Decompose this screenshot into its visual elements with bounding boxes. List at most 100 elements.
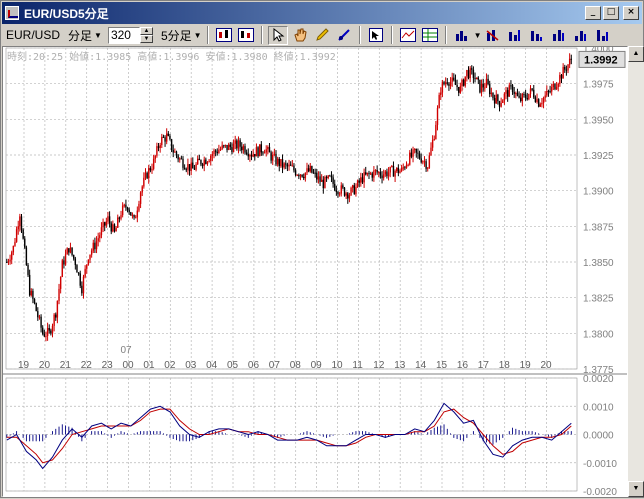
maximize-button[interactable]: □: [603, 6, 619, 20]
candle-body: [417, 152, 419, 154]
count-input[interactable]: 320: [107, 26, 140, 44]
minimize-button[interactable]: _: [585, 6, 601, 20]
indicator-2-icon[interactable]: [505, 26, 525, 45]
candle-body: [387, 172, 390, 177]
candle-body: [61, 260, 63, 277]
candle-body: [433, 138, 435, 140]
table-icon[interactable]: [398, 26, 418, 45]
candle-body: [35, 303, 37, 312]
oscillator-tick-label: 0.0010: [583, 402, 614, 413]
candle-body: [56, 300, 59, 318]
pencil-icon[interactable]: [312, 26, 332, 45]
candle-body: [551, 87, 553, 92]
indicator-6-icon[interactable]: [593, 26, 613, 45]
candle-body: [92, 242, 94, 251]
candle-body: [565, 69, 568, 71]
candle-body: [396, 167, 398, 172]
dropdown-arrow-icon[interactable]: ▼: [474, 31, 482, 40]
candle-body: [227, 144, 230, 150]
chart-area[interactable]: 時刻:20:25 始値:1.3985 高値:1.3996 安値:1.3980 終…: [2, 44, 628, 498]
bar-chart-icon[interactable]: [452, 26, 472, 45]
candle-body: [165, 133, 168, 142]
time-tick-label: 08: [290, 360, 302, 371]
line-tool-icon[interactable]: [334, 26, 354, 45]
cursor-icon[interactable]: [267, 25, 288, 45]
candle-body: [123, 204, 125, 206]
chart-svg[interactable]: 1.40001.39751.39501.39251.39001.38751.38…: [3, 44, 627, 498]
indicator-4-icon[interactable]: [549, 26, 569, 45]
candle-body: [177, 155, 179, 160]
candle-body: [143, 177, 145, 187]
candle-body: [392, 165, 395, 177]
candle-body: [33, 298, 36, 304]
candle-body: [363, 172, 365, 183]
oscillator-tick-label: 0.0020: [583, 374, 614, 385]
candle-body: [134, 217, 137, 219]
candle-body: [118, 217, 121, 219]
indicator-icon[interactable]: [483, 26, 503, 45]
close-button[interactable]: ×: [623, 6, 639, 20]
time-tick-label: 16: [457, 360, 469, 371]
candle-body: [533, 89, 535, 98]
ask-chart-icon[interactable]: [236, 26, 256, 45]
scroll-up-icon[interactable]: ▲: [628, 46, 644, 62]
candle-body: [304, 172, 307, 179]
candle-body: [407, 164, 409, 166]
candle-body: [128, 209, 130, 213]
grid-icon[interactable]: [420, 26, 440, 45]
candle-body: [32, 290, 34, 299]
candle-body: [89, 254, 91, 260]
candle-body: [255, 147, 258, 157]
candle-body: [14, 241, 16, 246]
candle-body: [350, 187, 352, 196]
price-tick-label: 1.3825: [583, 294, 614, 305]
interval-dropdown[interactable]: 5分足 ▼: [161, 27, 202, 44]
bar-type-dropdown[interactable]: 分足 ▼: [68, 27, 102, 44]
candle-body: [436, 108, 439, 125]
vertical-scrollbar[interactable]: ▲ ▼: [628, 46, 644, 497]
bid-chart-icon[interactable]: [214, 26, 234, 45]
indicator-5-icon[interactable]: [571, 26, 591, 45]
candle-body: [221, 145, 223, 149]
candle-body: [389, 166, 391, 173]
count-stepper[interactable]: 320 ▲ ▼: [107, 26, 153, 44]
candle-body: [347, 193, 349, 199]
price-tick-label: 1.3925: [583, 151, 614, 162]
candle-body: [87, 259, 90, 265]
candle-body: [340, 185, 342, 194]
candle-body: [236, 140, 238, 149]
candle-body: [226, 144, 228, 150]
candle-body: [322, 179, 325, 189]
scroll-down-icon[interactable]: ▼: [628, 481, 644, 497]
candle-body: [50, 330, 52, 334]
bar-type-value: 分足: [68, 28, 93, 43]
hand-icon[interactable]: [290, 26, 310, 45]
price-tick-label: 1.3850: [583, 258, 614, 269]
candle-body: [252, 154, 254, 157]
candle-body: [144, 172, 147, 178]
date-marker-label: 07: [121, 345, 133, 356]
candle-body: [237, 140, 240, 149]
spin-up-icon[interactable]: ▲: [139, 27, 153, 35]
candle-body: [329, 175, 331, 177]
indicator-3-icon[interactable]: [527, 26, 547, 45]
candle-body: [141, 186, 143, 193]
candle-body: [167, 133, 170, 136]
candle-body: [283, 163, 285, 168]
candle-body: [462, 79, 465, 86]
candle-body: [448, 83, 450, 86]
candle-body: [391, 165, 393, 167]
candle-body: [484, 87, 486, 89]
candle-body: [20, 216, 23, 230]
candle-body: [335, 190, 338, 192]
title-bar[interactable]: EUR/USD5分足 _ □ ×: [2, 2, 642, 24]
candle-body: [428, 155, 431, 168]
spin-down-icon[interactable]: ▼: [139, 35, 153, 43]
candle-body: [263, 152, 266, 154]
candle-body: [79, 273, 81, 286]
candle-body: [15, 229, 18, 242]
candle-body: [63, 260, 65, 265]
candle-body: [474, 77, 476, 80]
candle-body: [156, 146, 158, 156]
crosshair-icon[interactable]: [366, 26, 386, 45]
